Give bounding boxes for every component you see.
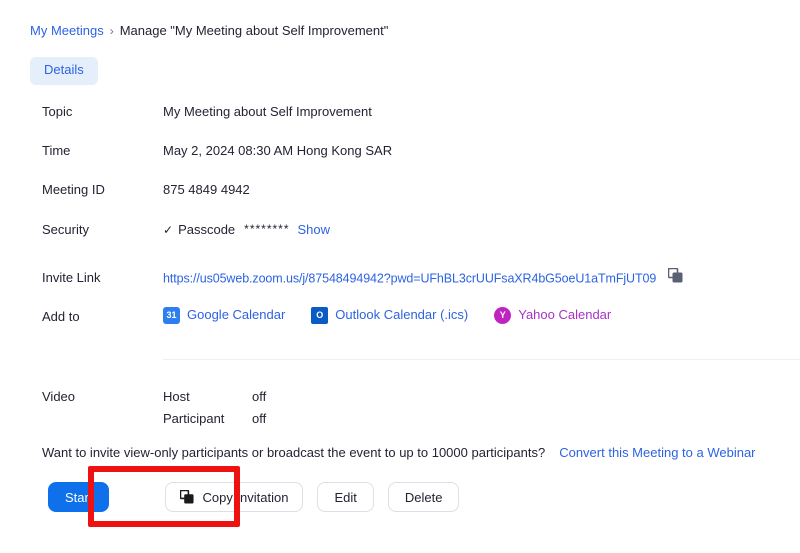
copy-icon[interactable] <box>667 267 683 288</box>
video-host-key: Host <box>163 389 190 404</box>
google-calendar-label: Google Calendar <box>187 307 286 322</box>
meeting-id-label: Meeting ID <box>42 182 105 197</box>
invite-link-value: https://us05web.zoom.us/j/87548494942?pw… <box>163 267 683 289</box>
webinar-note-text: Want to invite view-only participants or… <box>42 445 546 460</box>
tab-bar: Details <box>30 57 98 85</box>
action-button-row: Start Copy Invitation Edit Delete <box>48 482 460 512</box>
google-calendar-icon: 31 <box>163 306 180 324</box>
yahoo-calendar-label: Yahoo Calendar <box>518 307 612 322</box>
show-passcode-link[interactable]: Show <box>298 222 331 237</box>
invite-link-url[interactable]: https://us05web.zoom.us/j/87548494942?pw… <box>163 271 656 285</box>
meeting-details-page: My Meetings › Manage "My Meeting about Sel… <box>0 0 800 553</box>
copy-invitation-button[interactable]: Copy Invitation <box>165 482 304 512</box>
security-label: Security <box>42 222 89 237</box>
outlook-calendar-label: Outlook Calendar (.ics) <box>335 307 469 322</box>
edit-button[interactable]: Edit <box>317 482 374 512</box>
passcode-masked-value: ******** <box>244 222 290 236</box>
breadcrumb: My Meetings › Manage "My Meeting about Sel… <box>30 23 388 38</box>
copy-icon <box>180 490 195 504</box>
passcode-label: Passcode <box>178 222 236 237</box>
outlook-calendar-icon: O <box>311 306 329 324</box>
google-calendar-link[interactable]: 31 Google Calendar <box>163 306 285 324</box>
section-divider <box>163 359 800 360</box>
calendar-links: 31 Google Calendar O Outlook Calendar (.… <box>163 306 611 324</box>
time-label: Time <box>42 143 71 158</box>
check-icon: ✓ <box>163 223 174 237</box>
video-host-value: off <box>252 389 267 404</box>
tab-details[interactable]: Details <box>30 57 98 85</box>
yahoo-calendar-link[interactable]: Y Yahoo Calendar <box>494 306 611 324</box>
add-to-label: Add to <box>42 309 80 324</box>
breadcrumb-my-meetings-link[interactable]: My Meetings <box>30 23 104 38</box>
webinar-conversion-note: Want to invite view-only participants or… <box>42 445 756 460</box>
topic-value: My Meeting about Self Improvement <box>163 104 372 119</box>
invite-link-label: Invite Link <box>42 270 101 285</box>
video-participant-key: Participant <box>163 411 225 426</box>
topic-label: Topic <box>42 104 73 119</box>
breadcrumb-separator-icon: › <box>109 24 114 38</box>
breadcrumb-current: Manage "My Meeting about Self Improvemen… <box>119 23 389 38</box>
delete-button[interactable]: Delete <box>387 482 460 512</box>
security-value: ✓ Passcode ******** Show <box>163 221 330 239</box>
time-value: May 2, 2024 08:30 AM Hong Kong SAR <box>163 143 393 158</box>
meeting-id-value: 875 4849 4942 <box>163 182 250 197</box>
outlook-calendar-link[interactable]: O Outlook Calendar (.ics) <box>311 306 468 324</box>
copy-invitation-label: Copy Invitation <box>202 489 289 505</box>
yahoo-calendar-icon: Y <box>494 306 512 324</box>
video-label: Video <box>42 389 76 404</box>
add-to-value: 31 Google Calendar O Outlook Calendar (.… <box>163 306 611 324</box>
video-participant-value: off <box>252 411 267 426</box>
convert-to-webinar-link[interactable]: Convert this Meeting to a Webinar <box>559 445 755 460</box>
start-button[interactable]: Start <box>48 482 110 512</box>
